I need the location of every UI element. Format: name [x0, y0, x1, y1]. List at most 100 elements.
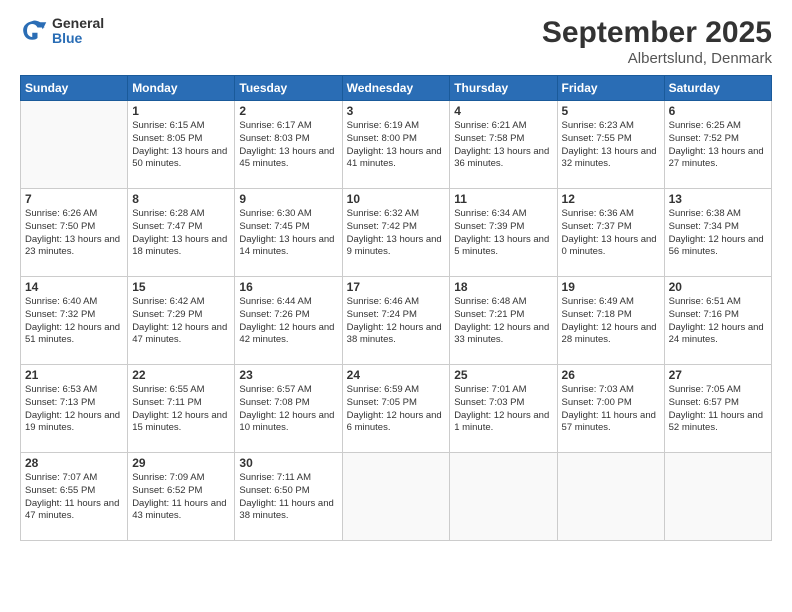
calendar-cell: 4 Sunrise: 6:21 AMSunset: 7:58 PMDaylight… [450, 101, 557, 189]
calendar-cell: 17 Sunrise: 6:46 AMSunset: 7:24 PMDayligh… [342, 277, 450, 365]
day-number: 24 [347, 368, 446, 382]
day-info: Sunrise: 7:05 AMSunset: 6:57 PMDaylight:… [669, 384, 767, 435]
day-info: Sunrise: 6:19 AMSunset: 8:00 PMDaylight:… [347, 120, 446, 171]
calendar-week: 1 Sunrise: 6:15 AMSunset: 8:05 PMDaylight… [21, 101, 772, 189]
calendar-week: 7Sunrise: 6:26 AMSunset: 7:50 PMDaylight… [21, 189, 772, 277]
day-number: 15 [132, 280, 230, 294]
month-title: September 2025 [542, 16, 772, 50]
calendar-cell: 24 Sunrise: 6:59 AMSunset: 7:05 PMDayligh… [342, 365, 450, 453]
calendar-cell: 9 Sunrise: 6:30 AMSunset: 7:45 PMDaylight… [235, 189, 342, 277]
day-header-tuesday: Tuesday [235, 76, 342, 101]
day-number: 29 [132, 456, 230, 470]
calendar-table: SundayMondayTuesdayWednesdayThursdayFrid… [20, 75, 772, 541]
day-number: 9 [239, 192, 337, 206]
day-info: Sunrise: 6:59 AMSunset: 7:05 PMDaylight:… [347, 384, 446, 435]
day-number: 19 [562, 280, 660, 294]
day-number: 10 [347, 192, 446, 206]
day-info: Sunrise: 6:26 AMSunset: 7:50 PMDaylight:… [25, 208, 123, 259]
calendar-cell: 29 Sunrise: 7:09 AMSunset: 6:52 PMDayligh… [128, 453, 235, 541]
day-info: Sunrise: 7:07 AMSunset: 6:55 PMDaylight:… [25, 472, 123, 523]
day-info: Sunrise: 7:11 AMSunset: 6:50 PMDaylight:… [239, 472, 337, 523]
day-info: Sunrise: 6:51 AMSunset: 7:16 PMDaylight:… [669, 296, 767, 347]
day-number: 18 [454, 280, 552, 294]
day-info: Sunrise: 6:38 AMSunset: 7:34 PMDaylight:… [669, 208, 767, 259]
calendar-cell: 19Sunrise: 6:49 AMSunset: 7:18 PMDayligh… [557, 277, 664, 365]
day-number: 12 [562, 192, 660, 206]
header-row: SundayMondayTuesdayWednesdayThursdayFrid… [21, 76, 772, 101]
day-info: Sunrise: 6:23 AMSunset: 7:55 PMDaylight:… [562, 120, 660, 171]
calendar-cell: 16Sunrise: 6:44 AMSunset: 7:26 PMDayligh… [235, 277, 342, 365]
logo: General Blue [20, 16, 104, 47]
day-number: 2 [239, 104, 337, 118]
calendar-cell: 14 Sunrise: 6:40 AMSunset: 7:32 PMDayligh… [21, 277, 128, 365]
calendar-cell: 12Sunrise: 6:36 AMSunset: 7:37 PMDayligh… [557, 189, 664, 277]
logo-icon [20, 17, 48, 45]
calendar-header: SundayMondayTuesdayWednesdayThursdayFrid… [21, 76, 772, 101]
day-info: Sunrise: 6:34 AMSunset: 7:39 PMDaylight:… [454, 208, 552, 259]
day-header-saturday: Saturday [664, 76, 771, 101]
calendar-cell: 20 Sunrise: 6:51 AMSunset: 7:16 PMDayligh… [664, 277, 771, 365]
day-number: 4 [454, 104, 552, 118]
calendar-cell: 30 Sunrise: 7:11 AMSunset: 6:50 PMDayligh… [235, 453, 342, 541]
calendar-cell: 6Sunrise: 6:25 AMSunset: 7:52 PMDaylight… [664, 101, 771, 189]
day-header-monday: Monday [128, 76, 235, 101]
calendar-cell: 7Sunrise: 6:26 AMSunset: 7:50 PMDaylight… [21, 189, 128, 277]
day-header-friday: Friday [557, 76, 664, 101]
calendar-cell: 28 Sunrise: 7:07 AMSunset: 6:55 PMDayligh… [21, 453, 128, 541]
day-number: 13 [669, 192, 767, 206]
calendar-cell: 22 Sunrise: 6:55 AMSunset: 7:11 PMDayligh… [128, 365, 235, 453]
day-number: 30 [239, 456, 337, 470]
calendar-cell [450, 453, 557, 541]
calendar-cell: 27 Sunrise: 7:05 AMSunset: 6:57 PMDayligh… [664, 365, 771, 453]
header: General Blue September 2025 Albertslund,… [20, 16, 772, 67]
day-number: 1 [132, 104, 230, 118]
calendar-body: 1 Sunrise: 6:15 AMSunset: 8:05 PMDaylight… [21, 101, 772, 541]
day-info: Sunrise: 6:32 AMSunset: 7:42 PMDaylight:… [347, 208, 446, 259]
day-number: 25 [454, 368, 552, 382]
calendar-cell: 26Sunrise: 7:03 AMSunset: 7:00 PMDayligh… [557, 365, 664, 453]
day-header-wednesday: Wednesday [342, 76, 450, 101]
day-header-sunday: Sunday [21, 76, 128, 101]
title-block: September 2025 Albertslund, Denmark [542, 16, 772, 67]
calendar-cell: 8Sunrise: 6:28 AMSunset: 7:47 PMDaylight… [128, 189, 235, 277]
day-number: 8 [132, 192, 230, 206]
day-info: Sunrise: 6:46 AMSunset: 7:24 PMDaylight:… [347, 296, 446, 347]
day-number: 5 [562, 104, 660, 118]
calendar-cell [342, 453, 450, 541]
calendar-cell: 13 Sunrise: 6:38 AMSunset: 7:34 PMDayligh… [664, 189, 771, 277]
calendar-cell: 1 Sunrise: 6:15 AMSunset: 8:05 PMDaylight… [128, 101, 235, 189]
day-number: 3 [347, 104, 446, 118]
day-info: Sunrise: 6:25 AMSunset: 7:52 PMDaylight:… [669, 120, 767, 171]
calendar-cell: 18Sunrise: 6:48 AMSunset: 7:21 PMDayligh… [450, 277, 557, 365]
day-info: Sunrise: 6:40 AMSunset: 7:32 PMDaylight:… [25, 296, 123, 347]
day-header-thursday: Thursday [450, 76, 557, 101]
calendar-cell: 10 Sunrise: 6:32 AMSunset: 7:42 PMDayligh… [342, 189, 450, 277]
day-number: 20 [669, 280, 767, 294]
calendar-cell: 5 Sunrise: 6:23 AMSunset: 7:55 PMDaylight… [557, 101, 664, 189]
day-info: Sunrise: 6:42 AMSunset: 7:29 PMDaylight:… [132, 296, 230, 347]
day-number: 28 [25, 456, 123, 470]
day-info: Sunrise: 7:03 AMSunset: 7:00 PMDaylight:… [562, 384, 660, 435]
day-number: 22 [132, 368, 230, 382]
subtitle: Albertslund, Denmark [542, 50, 772, 67]
calendar-week: 21Sunrise: 6:53 AMSunset: 7:13 PMDayligh… [21, 365, 772, 453]
logo-blue: Blue [52, 31, 104, 46]
day-info: Sunrise: 6:21 AMSunset: 7:58 PMDaylight:… [454, 120, 552, 171]
day-number: 17 [347, 280, 446, 294]
day-number: 14 [25, 280, 123, 294]
day-number: 11 [454, 192, 552, 206]
day-info: Sunrise: 6:30 AMSunset: 7:45 PMDaylight:… [239, 208, 337, 259]
calendar-cell: 3 Sunrise: 6:19 AMSunset: 8:00 PMDaylight… [342, 101, 450, 189]
day-number: 16 [239, 280, 337, 294]
logo-text: General Blue [52, 16, 104, 47]
day-info: Sunrise: 7:09 AMSunset: 6:52 PMDaylight:… [132, 472, 230, 523]
calendar-cell: 21Sunrise: 6:53 AMSunset: 7:13 PMDayligh… [21, 365, 128, 453]
calendar-week: 28 Sunrise: 7:07 AMSunset: 6:55 PMDayligh… [21, 453, 772, 541]
day-info: Sunrise: 7:01 AMSunset: 7:03 PMDaylight:… [454, 384, 552, 435]
calendar-cell: 23Sunrise: 6:57 AMSunset: 7:08 PMDayligh… [235, 365, 342, 453]
day-info: Sunrise: 6:53 AMSunset: 7:13 PMDaylight:… [25, 384, 123, 435]
day-number: 27 [669, 368, 767, 382]
day-info: Sunrise: 6:15 AMSunset: 8:05 PMDaylight:… [132, 120, 230, 171]
calendar-cell [21, 101, 128, 189]
day-info: Sunrise: 6:55 AMSunset: 7:11 PMDaylight:… [132, 384, 230, 435]
